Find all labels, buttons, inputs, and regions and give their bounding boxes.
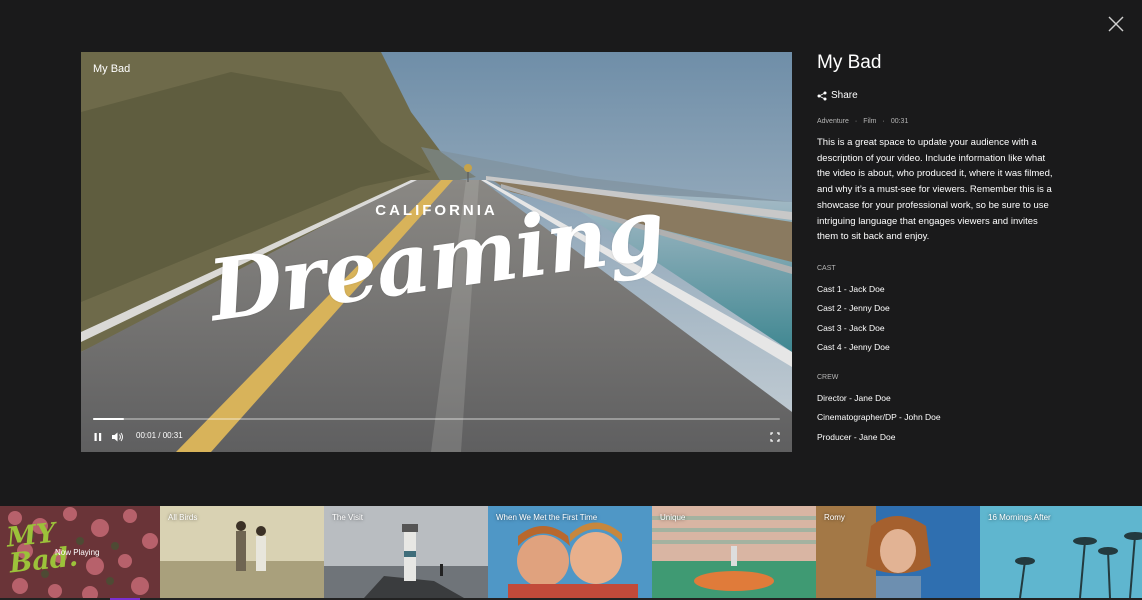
close-icon (1108, 16, 1124, 32)
player-title: My Bad (93, 63, 131, 75)
video-player[interactable]: My Bad CALIFORNIA Dreaming 00:01 / 00:31 (81, 52, 792, 452)
now-playing-tile[interactable]: MY Bad. Now Playing (0, 506, 160, 598)
crew-member: Cinematographer/DP - John Doe (817, 412, 941, 422)
cast-member: Cast 1 - Jack Doe (817, 284, 885, 294)
cast-member: Cast 3 - Jack Doe (817, 323, 885, 333)
video-meta: Adventure · Film · 00:31 (817, 118, 908, 125)
playlist-item-label: All Birds (168, 513, 198, 522)
pause-icon (94, 433, 102, 441)
meta-separator: · (882, 118, 885, 125)
fullscreen-button[interactable] (770, 430, 780, 442)
video-info-panel: My Bad Share Adventure · Film · 00:31 Th… (817, 52, 1057, 442)
share-button[interactable]: Share (817, 90, 858, 101)
playlist-item[interactable]: The Visit (324, 506, 488, 598)
meta-separator: · (854, 118, 858, 125)
share-icon (817, 91, 827, 100)
cast-heading: CAST (817, 265, 836, 272)
cast-member: Cast 2 - Jenny Doe (817, 303, 890, 313)
time-readout: 00:01 / 00:31 (136, 431, 183, 440)
playlist-item[interactable]: Romy (816, 506, 980, 598)
pause-button[interactable] (93, 430, 103, 442)
playlist-item-label: The Visit (332, 513, 363, 522)
volume-icon (112, 432, 123, 442)
playlist-item[interactable]: Unique (652, 506, 816, 598)
playlist-item[interactable]: All Birds (160, 506, 324, 598)
crew-member: Director - Jane Doe (817, 393, 891, 403)
playlist-item-label: Romy (824, 513, 845, 522)
video-description: This is a great space to update your aud… (817, 137, 1053, 243)
playlist-item-label: Unique (660, 513, 686, 522)
cast-member: Cast 4 - Jenny Doe (817, 342, 890, 352)
share-label: Share (831, 90, 858, 101)
playlist-item[interactable]: 16 Mornings After (980, 506, 1142, 598)
playlist-item-label: When We Met the First Time (496, 513, 598, 522)
duration: 00:31 (890, 118, 909, 125)
playlist-item[interactable]: When We Met the First Time (488, 506, 652, 598)
now-playing-label: Now Playing (55, 548, 100, 557)
video-title: My Bad (817, 52, 882, 73)
genre: Adventure (817, 118, 849, 125)
progress-bar[interactable] (93, 418, 780, 420)
fullscreen-icon (770, 432, 780, 442)
close-button[interactable] (1106, 14, 1126, 34)
crew-member: Producer - Jane Doe (817, 432, 896, 442)
category: Film (863, 118, 877, 125)
playlist-strip: MY Bad. Now Playing All Birds The Visit (0, 506, 1142, 598)
progress-fill (93, 418, 124, 420)
volume-button[interactable] (111, 430, 125, 442)
playlist-item-label: 16 Mornings After (988, 513, 1051, 522)
crew-heading: CREW (817, 374, 839, 381)
